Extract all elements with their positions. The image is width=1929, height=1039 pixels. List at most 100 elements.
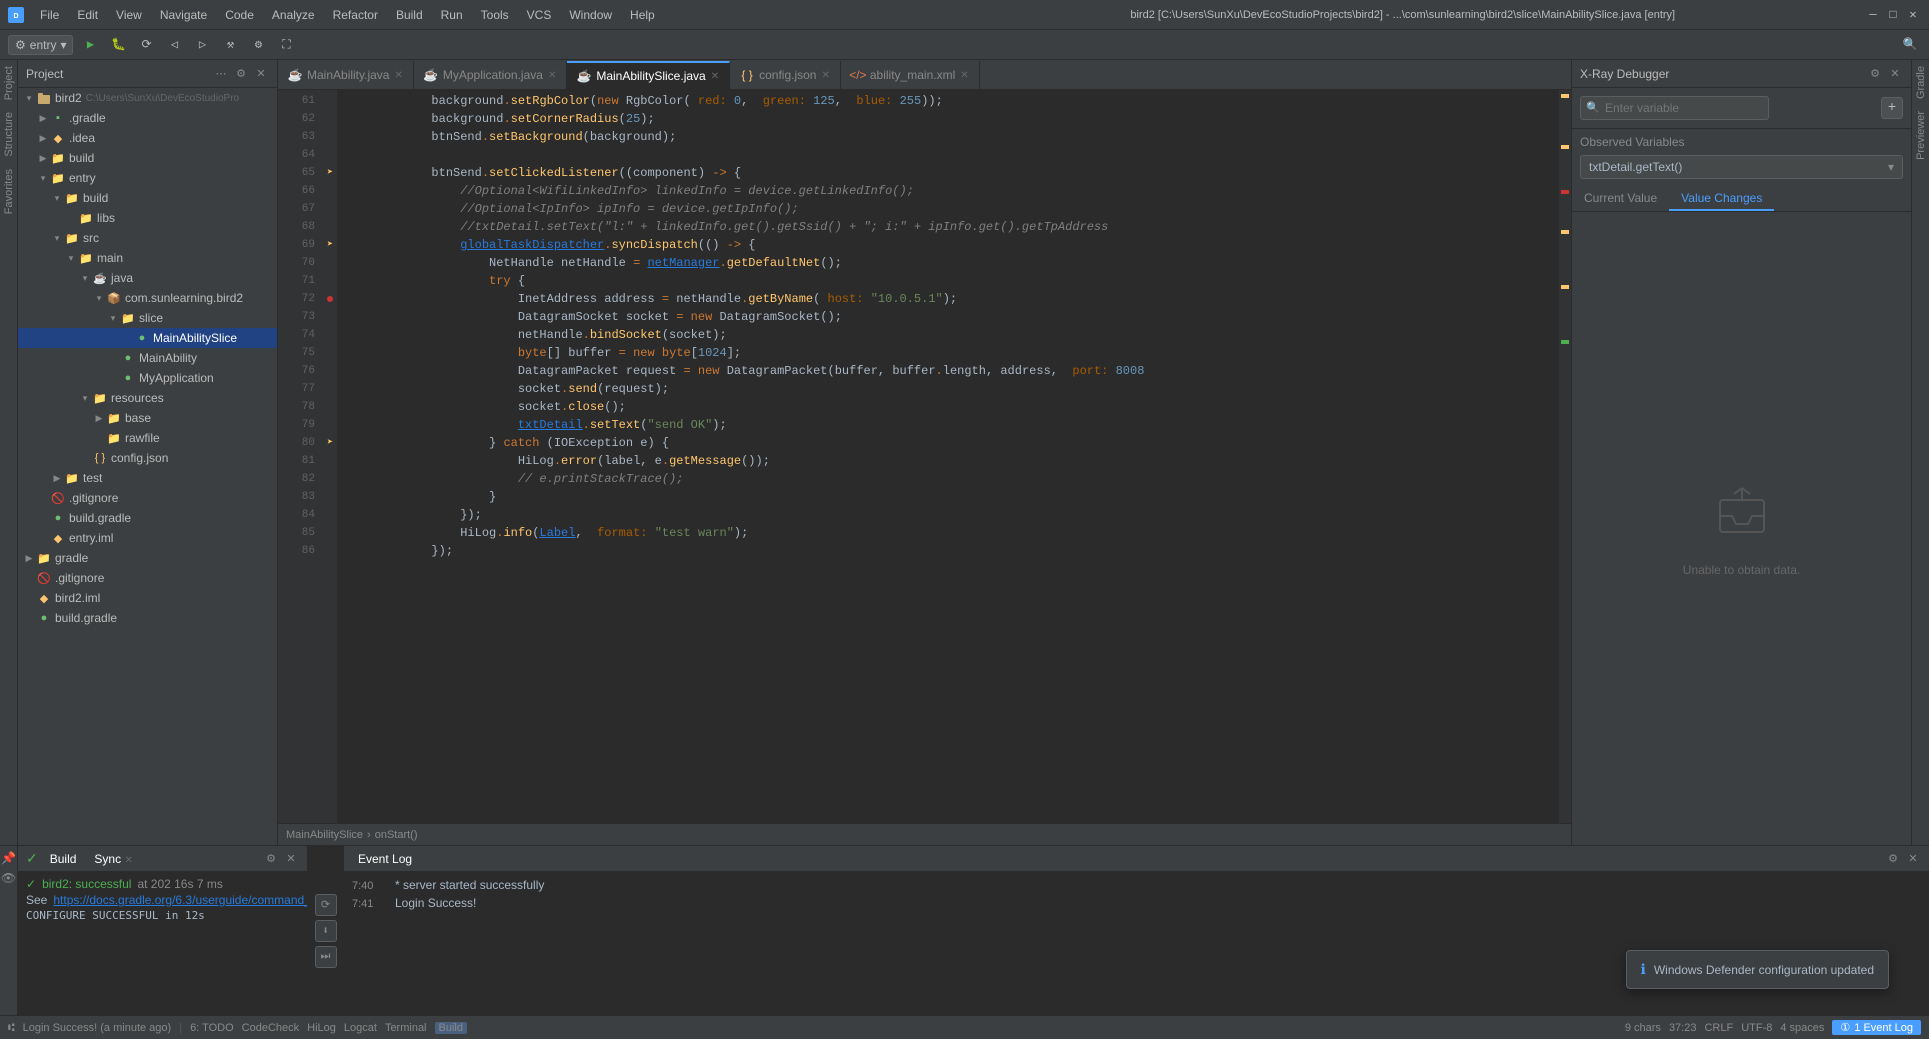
code-editor[interactable]: 61626364 65666768 69707172 73747576 7778… xyxy=(278,90,1571,823)
encoding-label[interactable]: UTF-8 xyxy=(1741,1022,1772,1034)
build-button2[interactable]: ⚙ xyxy=(247,34,269,56)
debug-button[interactable]: 🐛 xyxy=(107,34,129,56)
favorites-side-tab[interactable]: Favorites xyxy=(1,163,17,220)
tree-item-my-application[interactable]: ● MyApplication xyxy=(18,368,277,388)
minimize-button[interactable]: ─ xyxy=(1865,7,1881,23)
tab-main-ability-slice[interactable]: ☕ MainAbilitySlice.java ✕ xyxy=(567,61,730,89)
gradle-side-tab[interactable]: Gradle xyxy=(1913,60,1929,105)
tree-item-main[interactable]: ▾ 📁 main xyxy=(18,248,277,268)
project-tree[interactable]: ▾ bird2 C:\Users\SunXu\DevEcoStudioPro ▶… xyxy=(18,88,277,845)
menu-code[interactable]: Code xyxy=(217,6,262,24)
logcat-button[interactable]: Logcat xyxy=(344,1022,377,1034)
hilog-button[interactable]: HiLog xyxy=(307,1022,336,1034)
tab-config-json[interactable]: { } config.json ✕ xyxy=(730,61,841,89)
tree-item-java[interactable]: ▾ ☕ java xyxy=(18,268,277,288)
tree-item-entry-build[interactable]: ▾ 📁 build xyxy=(18,188,277,208)
debugger-settings-button[interactable]: ⚙ xyxy=(1867,66,1883,82)
tree-item-main-ability[interactable]: ● MainAbility xyxy=(18,348,277,368)
tab-close-icon[interactable]: ✕ xyxy=(394,70,402,81)
previewer-side-tab[interactable]: Previewer xyxy=(1913,105,1929,166)
indent-label[interactable]: 4 spaces xyxy=(1780,1022,1824,1034)
menu-view[interactable]: View xyxy=(108,6,150,24)
close-button[interactable]: ✕ xyxy=(1905,7,1921,23)
build-close-icon[interactable]: ✕ xyxy=(283,851,299,867)
tab-close-icon[interactable]: ✕ xyxy=(548,70,556,81)
tree-item-build-gradle-entry[interactable]: ● build.gradle xyxy=(18,508,277,528)
menu-help[interactable]: Help xyxy=(622,6,663,24)
menu-navigate[interactable]: Navigate xyxy=(152,6,215,24)
current-value-tab[interactable]: Current Value xyxy=(1572,187,1669,211)
tree-item-src[interactable]: ▾ 📁 src xyxy=(18,228,277,248)
tab-close-icon[interactable]: ✕ xyxy=(711,71,719,82)
menu-tools[interactable]: Tools xyxy=(473,6,517,24)
search-everywhere-button[interactable]: 🔍 xyxy=(1899,34,1921,56)
tree-item-package[interactable]: ▾ 📦 com.sunlearning.bird2 xyxy=(18,288,277,308)
menu-vcs[interactable]: VCS xyxy=(519,6,560,24)
tree-item-main-ability-slice[interactable]: ● MainAbilitySlice xyxy=(18,328,277,348)
menu-build[interactable]: Build xyxy=(388,6,431,24)
menu-run[interactable]: Run xyxy=(433,6,471,24)
tree-item-build-gradle-root[interactable]: ● build.gradle xyxy=(18,608,277,628)
menu-refactor[interactable]: Refactor xyxy=(325,6,386,24)
tree-item-gitignore-entry[interactable]: 🚫 .gitignore xyxy=(18,488,277,508)
tab-main-ability[interactable]: ☕ MainAbility.java ✕ xyxy=(278,61,414,89)
tree-item-gradle[interactable]: ▶ ▪ .gradle xyxy=(18,108,277,128)
event-log-settings-icon[interactable]: ⚙ xyxy=(1885,851,1901,867)
tree-item-gitignore-root[interactable]: 🚫 .gitignore xyxy=(18,568,277,588)
debugger-close-button[interactable]: ✕ xyxy=(1887,66,1903,82)
build-tab[interactable]: Build xyxy=(44,850,83,868)
tab-ability-main-xml[interactable]: </> ability_main.xml ✕ xyxy=(841,61,980,89)
menu-edit[interactable]: Edit xyxy=(69,6,106,24)
sync-button[interactable]: ⟳ xyxy=(135,34,157,56)
tree-item-libs[interactable]: 📁 libs xyxy=(18,208,277,228)
project-panel-settings[interactable]: ⚙ xyxy=(233,66,249,82)
tree-item-rawfile[interactable]: 📁 rawfile xyxy=(18,428,277,448)
build-button1[interactable]: ⚒ xyxy=(219,34,241,56)
build-action-btn3[interactable]: ⏭ xyxy=(315,946,337,968)
menu-analyze[interactable]: Analyze xyxy=(264,6,323,24)
menu-window[interactable]: Window xyxy=(561,6,620,24)
tree-item-bird2-iml[interactable]: ◆ bird2.iml xyxy=(18,588,277,608)
line-separator[interactable]: CRLF xyxy=(1704,1022,1733,1034)
run-button[interactable]: ▶ xyxy=(79,34,101,56)
observed-variable-row[interactable]: txtDetail.getText() ▾ xyxy=(1580,155,1903,179)
back-button[interactable]: ◁ xyxy=(163,34,185,56)
tree-item-entry[interactable]: ▾ 📁 entry xyxy=(18,168,277,188)
forward-button[interactable]: ▷ xyxy=(191,34,213,56)
sync-tab[interactable]: Sync ✕ xyxy=(88,850,138,868)
tree-item-test[interactable]: ▶ 📁 test xyxy=(18,468,277,488)
tree-item-gradle-root[interactable]: ▶ 📁 gradle xyxy=(18,548,277,568)
tree-item-idea[interactable]: ▶ ◆ .idea xyxy=(18,128,277,148)
tree-item-build-root[interactable]: ▶ 📁 build xyxy=(18,148,277,168)
project-side-tab[interactable]: Project xyxy=(1,60,17,106)
tree-item-slice[interactable]: ▾ 📁 slice xyxy=(18,308,277,328)
run-config-dropdown[interactable]: ⚙ entry ▾ xyxy=(8,35,73,55)
tree-item-config-json[interactable]: { } config.json xyxy=(18,448,277,468)
tab-close-icon[interactable]: ✕ xyxy=(821,70,829,81)
tree-item-resources[interactable]: ▾ 📁 resources xyxy=(18,388,277,408)
terminal-button[interactable]: Terminal xyxy=(385,1022,427,1034)
build-settings-icon[interactable]: ⚙ xyxy=(263,851,279,867)
build-button3[interactable]: ⛶ xyxy=(275,34,297,56)
todo-tab-button[interactable]: 6: TODO xyxy=(190,1022,234,1034)
tab-close-icon[interactable]: ✕ xyxy=(960,70,968,81)
menu-file[interactable]: File xyxy=(32,6,67,24)
event-log-title[interactable]: Event Log xyxy=(352,850,418,868)
gradle-docs-link[interactable]: https://docs.gradle.org/6.3/userguide/co… xyxy=(53,893,307,907)
pin-icon[interactable]: 📌 xyxy=(1,850,17,866)
eye-icon[interactable]: 👁 xyxy=(1,870,17,886)
project-panel-close[interactable]: ✕ xyxy=(253,66,269,82)
sync-tab-close-icon[interactable]: ✕ xyxy=(124,855,132,866)
tab-my-application[interactable]: ☕ MyApplication.java ✕ xyxy=(414,61,567,89)
build-action-btn2[interactable]: ⬇ xyxy=(315,920,337,942)
structure-side-tab[interactable]: Structure xyxy=(1,106,17,163)
variable-input[interactable] xyxy=(1580,96,1769,120)
project-panel-options[interactable]: ⋯ xyxy=(213,66,229,82)
cursor-position[interactable]: 37:23 xyxy=(1669,1022,1697,1034)
tree-item-entry-iml[interactable]: ◆ entry.iml xyxy=(18,528,277,548)
build-action-btn1[interactable]: ⟳ xyxy=(315,894,337,916)
build-tab-button[interactable]: Build xyxy=(435,1022,467,1034)
codecheck-button[interactable]: CodeCheck xyxy=(242,1022,299,1034)
value-changes-tab[interactable]: Value Changes xyxy=(1669,187,1774,211)
tree-item-base[interactable]: ▶ 📁 base xyxy=(18,408,277,428)
